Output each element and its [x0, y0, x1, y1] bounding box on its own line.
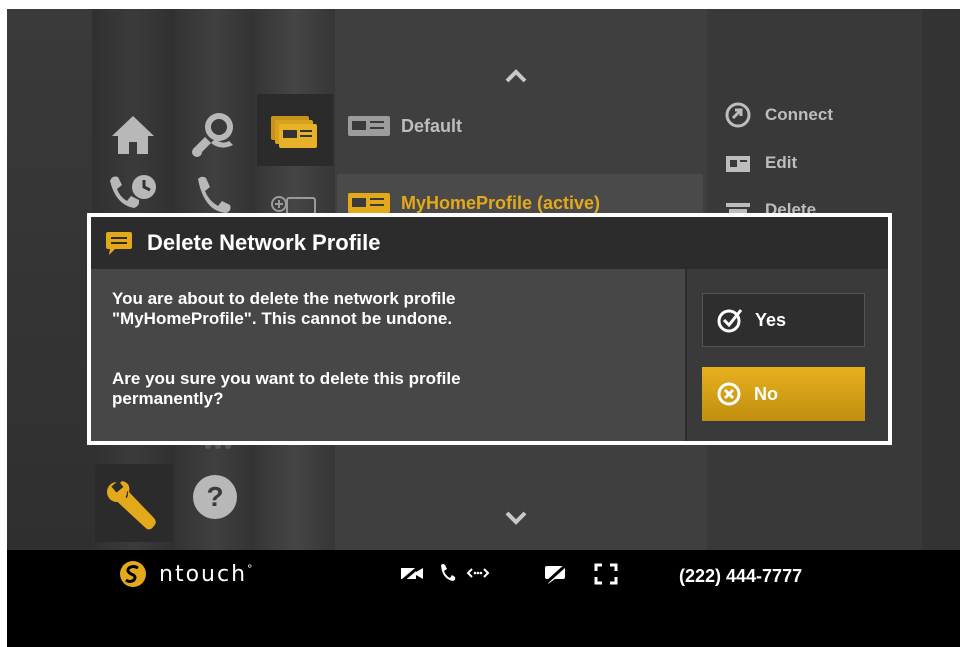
wrench-icon[interactable]: [103, 477, 163, 533]
profile-label: Default: [401, 115, 463, 136]
no-label: No: [754, 383, 778, 404]
edge-column: [922, 9, 960, 550]
profile-item-default[interactable]: Default: [347, 111, 462, 141]
profile-card-icon: [348, 193, 390, 213]
profile-label: MyHomeProfile (active): [401, 192, 601, 213]
action-connect[interactable]: Connect: [725, 102, 833, 128]
action-label: Edit: [765, 153, 798, 172]
connection-icon: [466, 563, 490, 588]
message-line-1: You are about to delete the network prof…: [112, 289, 456, 308]
question-line-1: Are you sure you want to delete this pro…: [112, 369, 461, 388]
yes-label: Yes: [755, 309, 787, 330]
video-off-icon: [399, 563, 425, 588]
phone-icon: [438, 563, 456, 588]
dialog-header: Delete Network Profile: [91, 217, 888, 269]
brand-name: ntouch°: [159, 561, 255, 587]
scroll-down-arrow-icon[interactable]: [505, 511, 527, 530]
check-circle-icon: [717, 309, 743, 333]
delete-profile-dialog: Delete Network Profile You are about to …: [87, 213, 892, 445]
edit-icon: [726, 156, 750, 172]
scroll-up-arrow-icon[interactable]: [505, 69, 527, 88]
connect-icon: [725, 102, 751, 128]
settings-person-icon[interactable]: [187, 107, 243, 163]
message-line-2: "MyHomeProfile". This cannot be undone.: [112, 309, 453, 328]
call-history-icon[interactable]: [105, 171, 161, 211]
phone-settings-icon[interactable]: [191, 173, 239, 215]
question-line-2: permanently?: [112, 389, 224, 408]
action-edit[interactable]: Edit: [725, 152, 797, 174]
network-profiles-icon[interactable]: [269, 113, 319, 153]
yes-button[interactable]: Yes: [702, 293, 865, 347]
message-icon: [106, 232, 132, 255]
brand-logo: ntouch°: [119, 560, 255, 588]
profile-card-icon: [348, 116, 390, 136]
chat-off-icon: [542, 563, 570, 590]
dialog-buttons: Yes No: [685, 269, 888, 441]
device-screen: ? Default MyHomeProfile (active) Connect…: [7, 9, 960, 647]
dialog-message: You are about to delete the network prof…: [91, 269, 685, 441]
no-button[interactable]: No: [702, 367, 865, 421]
fullscreen-icon: [594, 563, 618, 590]
help-icon[interactable]: ?: [189, 471, 241, 523]
x-circle-icon: [717, 382, 741, 406]
dialog-title: Delete Network Profile: [147, 230, 381, 255]
action-label: Connect: [765, 105, 833, 124]
home-icon[interactable]: [107, 109, 159, 161]
status-bar: ntouch° (222) 444-7777: [7, 550, 960, 647]
sorenson-logo-icon: [120, 561, 146, 587]
phone-number: (222) 444-7777: [679, 566, 803, 586]
svg-text:?: ?: [206, 481, 223, 512]
